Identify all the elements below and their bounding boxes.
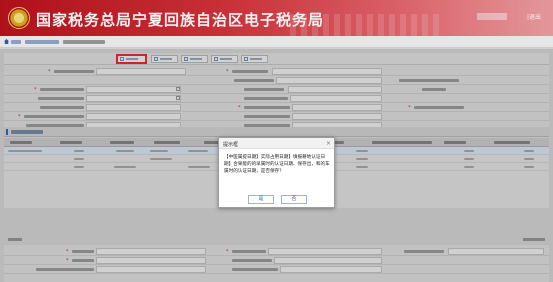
prompt-dialog: 提示框 × 【中医属提日期】实际占用日期】填报耕地认证日期】合果能的的早属时的认… bbox=[218, 137, 335, 208]
confirm-button[interactable]: 是 bbox=[248, 195, 274, 204]
cancel-button[interactable]: 否 bbox=[281, 195, 307, 204]
dialog-titlebar: 提示框 × bbox=[219, 138, 334, 149]
dialog-title: 提示框 bbox=[223, 142, 239, 148]
dialog-message: 【中医属提日期】实际占用日期】填报耕地认证日期】合果能的的早属时的认证日期、保存… bbox=[224, 155, 330, 174]
close-icon[interactable]: × bbox=[326, 140, 331, 147]
